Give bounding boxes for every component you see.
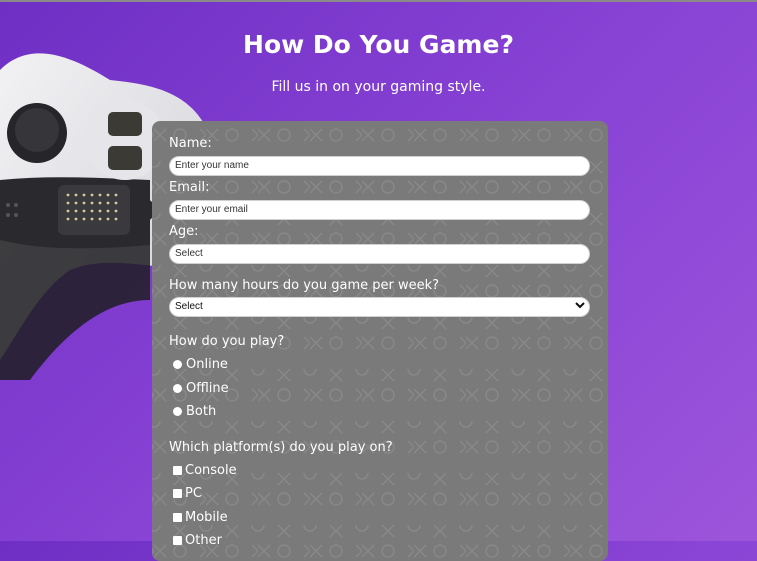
age-input[interactable]: Select xyxy=(169,244,590,264)
radio-offline[interactable]: Offline xyxy=(169,377,592,401)
checkbox[interactable] xyxy=(173,512,182,522)
checkbox-console-label: Console xyxy=(185,462,237,478)
hours-label: How many hours do you game per week? xyxy=(169,278,440,293)
radio-online[interactable]: Online xyxy=(169,353,592,377)
page-subtitle: Fill us in on your gaming style. xyxy=(271,79,486,95)
checkbox[interactable] xyxy=(173,489,182,499)
chevron-down-icon xyxy=(575,302,585,309)
checkbox-mobile[interactable]: Mobile xyxy=(169,506,592,530)
radio-offline-label: Offline xyxy=(186,380,229,396)
radio-button[interactable] xyxy=(173,383,182,393)
radio-online-label: Online xyxy=(186,357,228,373)
age-label: Age: xyxy=(169,224,199,239)
hours-select-value: Select xyxy=(169,297,590,317)
platform-label: Which platform(s) do you play on? xyxy=(169,439,393,455)
radio-both[interactable]: Both xyxy=(169,400,592,424)
play-style-label: How do you play? xyxy=(169,334,285,349)
checkbox-console[interactable]: Console xyxy=(169,459,592,483)
survey-form: Name: Enter your name Email: Enter your … xyxy=(152,121,608,561)
radio-button[interactable] xyxy=(173,407,182,417)
page-title: How Do You Game? xyxy=(243,30,514,59)
checkbox-pc-label: PC xyxy=(185,486,202,502)
checkbox-mobile-label: Mobile xyxy=(185,509,228,525)
name-input[interactable]: Enter your name xyxy=(169,156,590,176)
email-input[interactable]: Enter your email xyxy=(169,200,590,220)
radio-both-label: Both xyxy=(186,404,217,420)
radio-button[interactable] xyxy=(173,360,182,370)
name-label: Name: xyxy=(169,136,212,151)
hours-select[interactable]: Select xyxy=(169,297,592,317)
email-label: Email: xyxy=(169,180,210,195)
checkbox-pc[interactable]: PC xyxy=(169,482,592,506)
checkbox[interactable] xyxy=(173,465,182,475)
